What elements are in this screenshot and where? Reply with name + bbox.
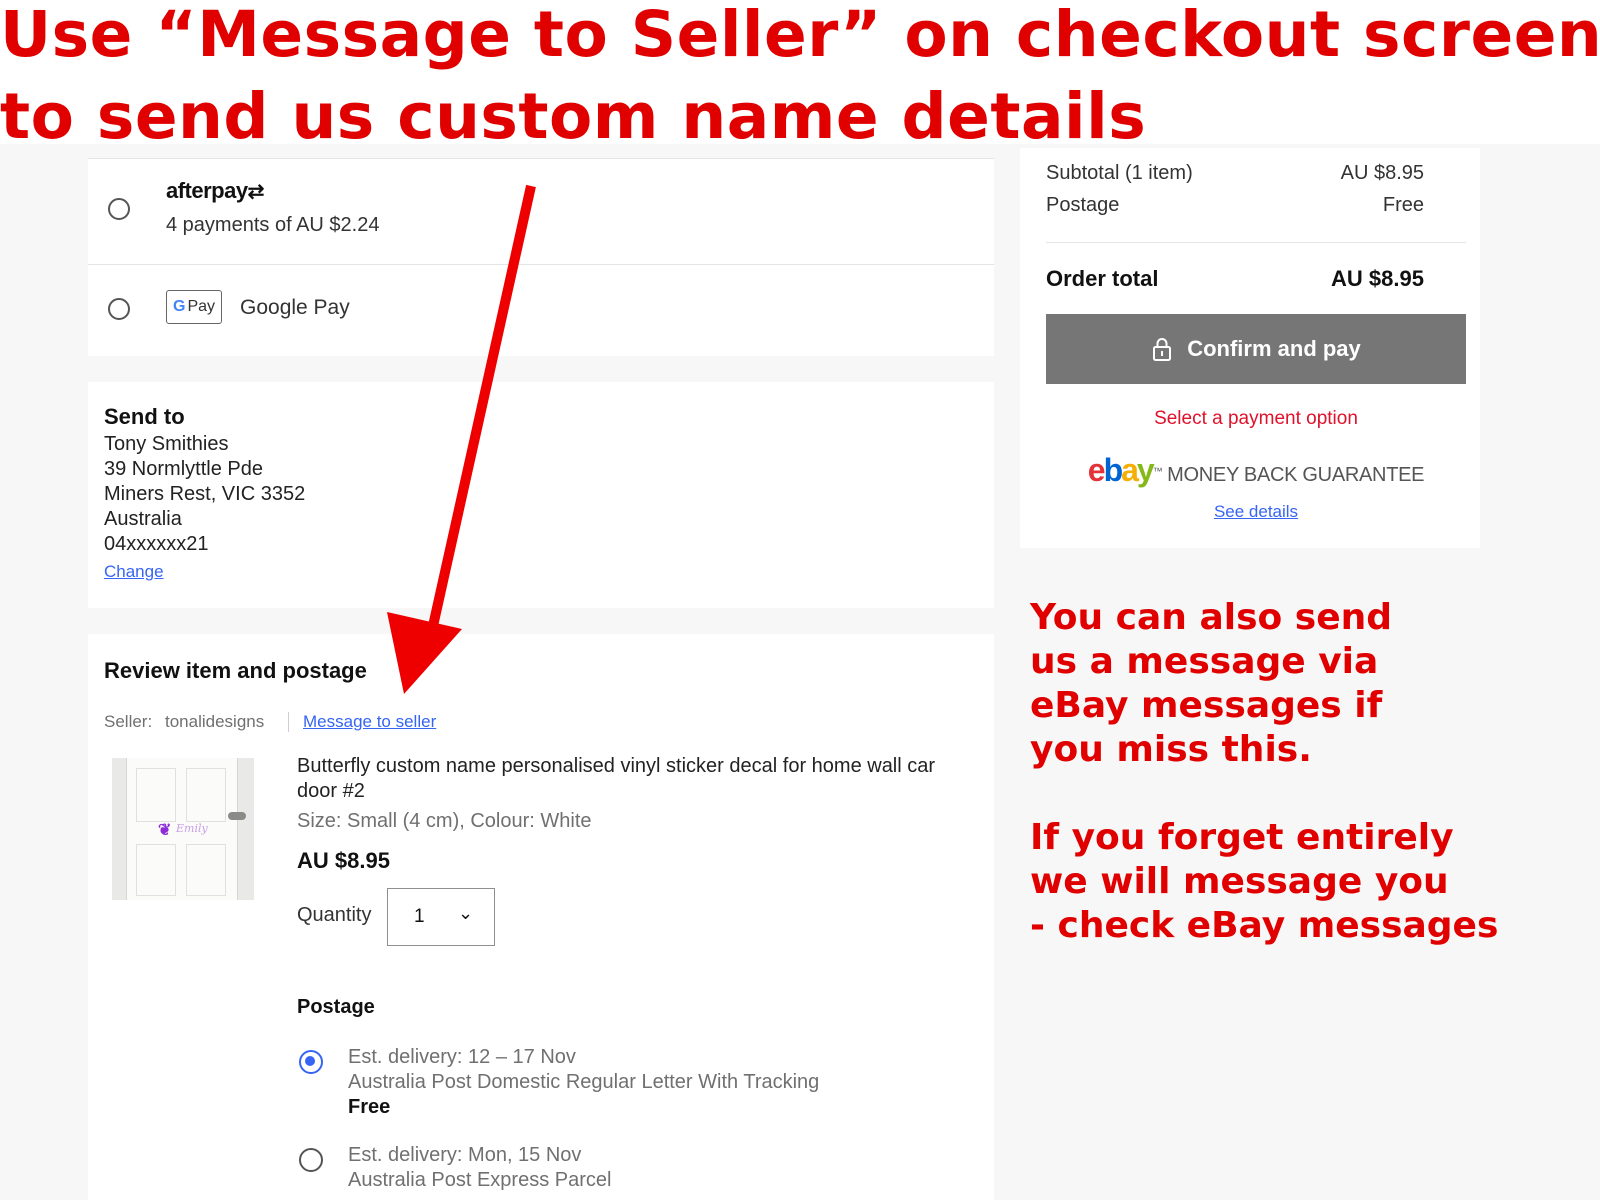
annotation-arrow <box>387 184 536 694</box>
